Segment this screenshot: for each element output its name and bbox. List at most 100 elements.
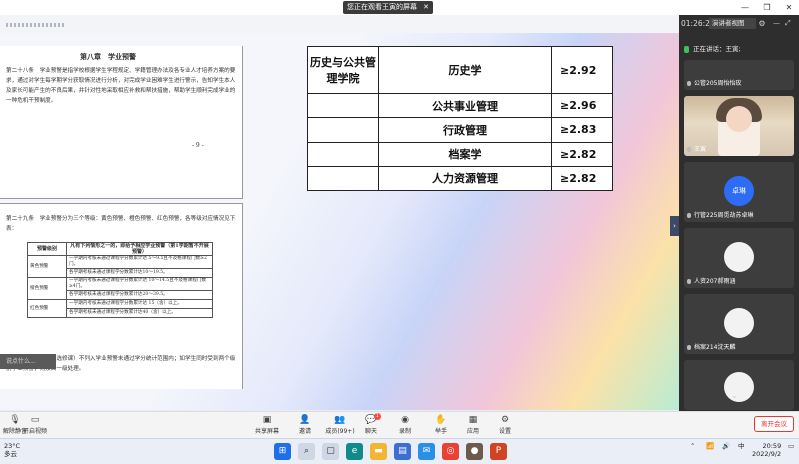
major-cell: 公共事业管理 [378,93,552,119]
face-shape [726,106,752,132]
close-window-button[interactable]: ✕ [779,0,799,15]
record-icon: ◉ [401,415,409,425]
page-number: - 9 - [192,142,204,149]
edge-icon[interactable]: e [346,443,363,460]
avatar [724,242,754,272]
file-explorer-icon[interactable]: ▬ [370,443,387,460]
tool-label: 举手 [434,428,447,435]
participant-tile[interactable]: 档案214沈天麟 [684,294,794,354]
record-button[interactable]: ◉ 录制 [390,414,420,438]
chat-button[interactable]: 💬 1 聊天 [356,413,386,438]
share-screen-button[interactable]: ▣ 共享屏幕 [252,414,282,438]
settings-button[interactable]: ⚙ 设置 [490,414,520,438]
participant-name: 档案214沈天麟 [687,342,735,351]
tool-label: 共享屏幕 [254,428,279,435]
close-icon[interactable]: ✕ [423,1,429,14]
screen-share-icon: ▣ [262,415,272,425]
table-header: 凡有下列情形之一的，即给予相应学业预警（第1学期暂不开展预警） [66,242,213,256]
screen-share-banner[interactable]: 您正在观看王寅的屏幕 ✕ [343,1,433,14]
avatar [724,308,754,338]
wifi-icon[interactable]: 📶 [706,442,714,450]
maximize-button[interactable]: ❐ [757,0,777,15]
tool-label: 聊天 [364,428,377,435]
tray-chevron-icon[interactable]: ⌃ [690,442,695,450]
members-icon: 👥 [334,415,346,425]
condition-cell: 各学期考核未通过课程学分数累计达20～39.5。 [66,290,213,300]
college-cell-empty [307,141,379,167]
participant-tile[interactable] [684,360,794,410]
raise-hand-button[interactable]: ✋ 举手 [426,414,456,438]
mail-icon[interactable]: ✉ [418,443,435,460]
windows-start-icon[interactable]: ⊞ [274,443,291,460]
gear-icon[interactable]: ⚙ [757,18,767,29]
share-toolbar-strip [0,15,679,33]
table-header: 预警级别 [27,242,67,256]
participant-tile[interactable]: 王寅 [684,96,794,156]
college-cell: 历史与公共管理学院 [307,45,379,95]
collapse-panel-button[interactable]: › [670,216,679,236]
article-29: 第二十九条 学业预警分为三个等级：黄色预警、橙色预警、红色预警，各等级对应情况见… [6,216,236,232]
tool-label: 应用 [466,428,479,435]
store-icon[interactable]: ▤ [394,443,411,460]
chapter-title: 第八章 学业预警 [80,52,136,61]
chat-input-hint[interactable]: 说点什么... [0,354,56,369]
search-icon[interactable]: ⌕ [298,443,315,460]
level-cell: 橙色预警 [27,277,67,300]
windows-taskbar: 23°C 多云 ⊞ ⌕ ▢ e ▬ ▤ ✉ ◎ ● P ⌃ 📶 🔊 中 20:5… [0,438,799,464]
gpa-value: ≥2.92 [551,45,613,95]
condition-cell: 一学期内考核未通过课程学分数累计达 15（含）以上。 [66,299,213,309]
condition-cell: 各学期考核未通过课程学分数累计达10～19.5。 [66,268,213,278]
notification-icon[interactable]: ▭ [788,442,794,450]
meeting-app-icon[interactable]: ● [466,443,483,460]
document-page-top: 第八章 学业预警 第二十八条 学业预警是指学校根据学生学程规定、学籍管理办法及各… [0,46,243,199]
apps-button[interactable]: ▦ 应用 [458,414,488,438]
active-speaker-text: 正在讲话：王寅; [693,45,741,53]
chrome-icon[interactable]: ◎ [442,443,459,460]
avatar [724,372,754,402]
start-video-button[interactable]: ▭ 开启视频 [20,414,50,438]
college-cell-empty [307,165,379,192]
participant-tile[interactable]: 卓琳 行管225周觅劫苏卓琳 [684,162,794,222]
minimize-icon[interactable]: — [773,19,780,27]
warning-table: 预警级别 凡有下列情形之一的，即给予相应学业预警（第1学期暂不开展预警） 黄色预… [27,242,213,318]
participant-tile[interactable]: 人资207郝雨涵 [684,228,794,288]
gpa-value: ≥2.82 [551,141,613,167]
powerpoint-icon[interactable]: P [490,443,507,460]
mic-icon [684,45,689,53]
participants-panel: 01:26:22 演讲者视图 ⚙ — ⤢ 正在讲话：王寅; 公管205周怡怡玫 … [679,15,799,411]
gpa-value: ≥2.83 [551,117,613,143]
chevron-down-icon[interactable]: ⌄ [731,391,738,400]
participant-tile[interactable]: 公管205周怡怡玫 [684,60,794,90]
active-speaker: 正在讲话：王寅; [684,43,741,53]
participant-name: 人资207郝雨涵 [687,276,735,285]
tool-label: 设置 [498,428,511,435]
clock[interactable]: 20:59 2022/9/2 [752,442,781,458]
video-off-icon: ▭ [30,415,40,425]
volume-icon[interactable]: 🔊 [722,442,730,450]
college-cell-empty [307,117,379,143]
expand-icon[interactable]: ⤢ [785,19,791,28]
banner-text: 您正在观看王寅的屏幕 [347,3,417,11]
ime-indicator[interactable]: 中 [738,442,745,450]
major-cell: 档案学 [378,141,552,167]
temperature: 23°C [4,442,21,450]
task-view-icon[interactable]: ▢ [322,443,339,460]
meeting-toolbar: 🎙 解除静音 ▭ 开启视频 ▣ 共享屏幕 👤 邀请 👥 成员(99+) 💬 1 聊天 ◉ 录制 … [0,411,799,439]
members-button[interactable]: 👥 成员(99+) [322,414,358,438]
view-mode-dropdown[interactable]: 演讲者视图 [709,18,756,29]
participant-name: 王寅 [687,144,706,153]
invite-icon: 👤 [299,415,311,425]
tool-label: 开启视频 [22,428,47,435]
drag-handle-icon[interactable] [6,23,66,27]
condition-cell: 一学期内考核未通过课程学分数累计达 10～14.5且不及格课程门数≥4门。 [66,277,213,291]
level-cell: 黄色预警 [27,255,67,278]
chat-badge: 1 [374,413,381,420]
condition-cell: 各学期考核未通过课程学分数累计达40（含）以上。 [66,308,213,318]
gpa-value: ≥2.82 [551,165,613,192]
participant-name: 行管225周觅劫苏卓琳 [687,210,753,219]
weather-widget[interactable]: 23°C 多云 [4,442,20,458]
minimize-button[interactable]: — [735,0,755,15]
invite-button[interactable]: 👤 邀请 [290,414,320,438]
leave-meeting-button[interactable]: 离开会议 [754,416,794,432]
article-28: 第二十八条 学业预警是指学校根据学生学程规定、学籍管理办法及各专业人才培养方案的… [6,68,236,104]
